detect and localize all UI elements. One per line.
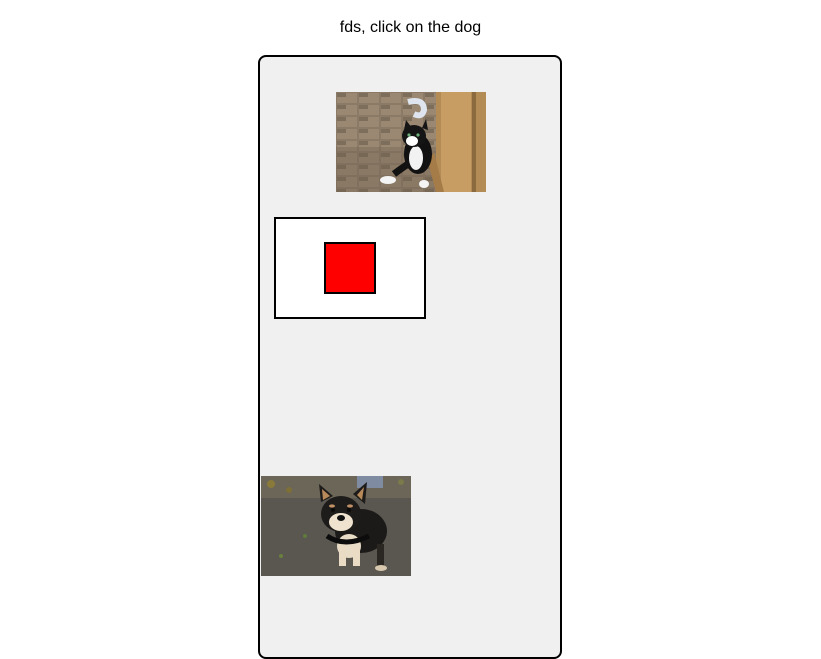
red-square[interactable]: [324, 242, 376, 294]
dog-icon: [261, 476, 411, 576]
cat-icon: [336, 92, 486, 192]
dog-photo[interactable]: [261, 476, 411, 576]
game-panel: [258, 55, 562, 659]
cat-photo[interactable]: [336, 92, 486, 192]
instruction-text: fds, click on the dog: [339, 19, 482, 36]
drop-target-box[interactable]: [274, 217, 426, 319]
